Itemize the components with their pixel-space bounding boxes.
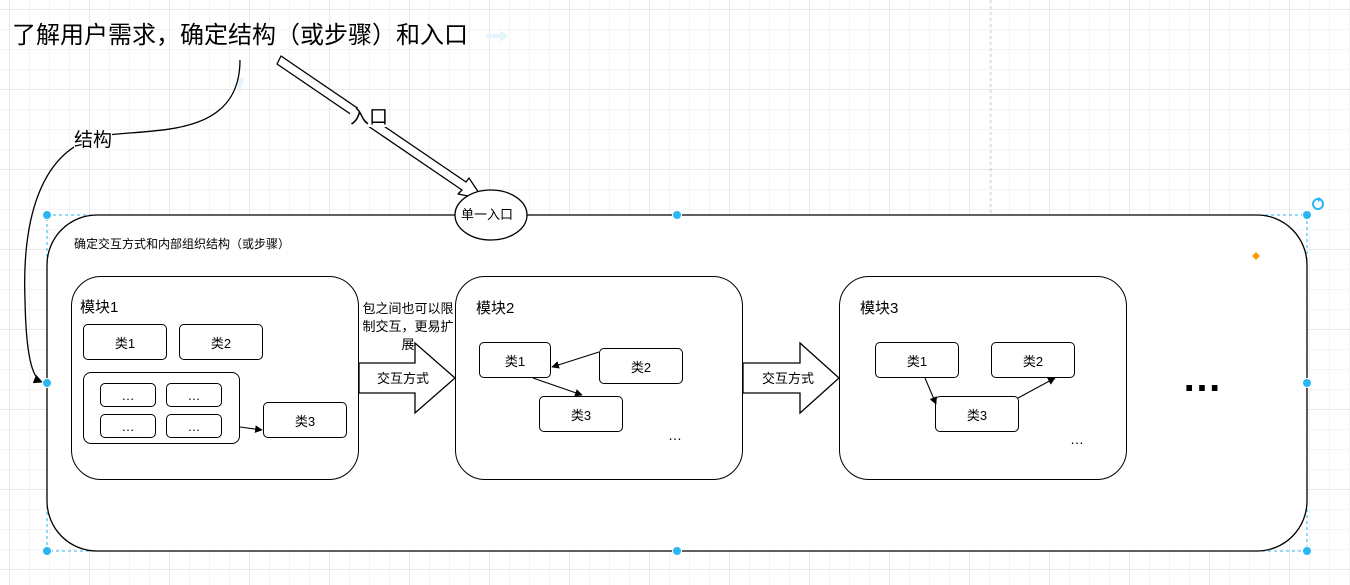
module-1-inner-item[interactable]: … xyxy=(166,383,222,407)
module-1-inner-item[interactable]: … xyxy=(100,414,156,438)
ghost-arrow-icon xyxy=(486,30,508,42)
module-1-label: 模块1 xyxy=(80,299,119,316)
resize-handle-bottom-right[interactable] xyxy=(1302,546,1312,556)
entry-node-label: 单一入口 xyxy=(461,207,514,222)
module-1-inner-item[interactable]: … xyxy=(166,414,222,438)
resize-handle-top[interactable] xyxy=(672,210,682,220)
module-3-class-3[interactable]: 类3 xyxy=(935,396,1019,432)
resize-handle-bottom-left[interactable] xyxy=(42,546,52,556)
page-title: 了解用户需求，确定结构（或步骤）和入口 xyxy=(12,22,468,49)
module-2-class-3[interactable]: 类3 xyxy=(539,396,623,432)
module-3-label: 模块3 xyxy=(860,300,899,317)
module-2-label: 模块2 xyxy=(476,300,515,317)
edge-structure-label: 结构 xyxy=(74,130,113,151)
container-label: 确定交互方式和内部组织结构（或步骤） xyxy=(74,237,291,251)
module-1-class-2[interactable]: 类2 xyxy=(179,324,263,360)
edge-entry-label: 入口 xyxy=(350,107,389,128)
more-modules-ellipsis: … xyxy=(1182,356,1222,400)
module-3-more: … xyxy=(1070,431,1084,447)
module-2-class-2[interactable]: 类2 xyxy=(599,348,683,384)
resize-handle-left[interactable] xyxy=(42,378,52,388)
module-1-inner-item[interactable]: … xyxy=(100,383,156,407)
module-3-class-2[interactable]: 类2 xyxy=(991,342,1075,378)
resize-handle-right[interactable] xyxy=(1302,378,1312,388)
resize-handle-top-right[interactable] xyxy=(1302,210,1312,220)
module-1-class-3[interactable]: 类3 xyxy=(263,402,347,438)
module-2-class-1[interactable]: 类1 xyxy=(479,342,551,378)
interaction-arrow-2-label: 交互方式 xyxy=(762,371,815,386)
interaction-arrow-1-label: 交互方式 xyxy=(377,371,430,386)
resize-handle-top-left[interactable] xyxy=(42,210,52,220)
resize-handle-bottom[interactable] xyxy=(672,546,682,556)
module-1-class-1[interactable]: 类1 xyxy=(83,324,167,360)
module-2-more: … xyxy=(668,427,682,443)
module-3-class-1[interactable]: 类1 xyxy=(875,342,959,378)
between-modules-note: 包之间也可以限制交互，更易扩展 xyxy=(362,301,454,352)
